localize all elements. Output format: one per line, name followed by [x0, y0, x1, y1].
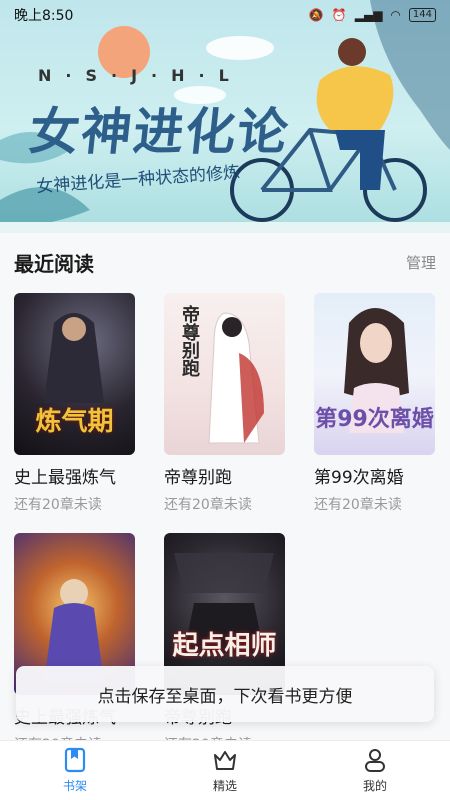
book-unread-status: 还有20章未读 — [164, 497, 252, 513]
wifi-icon: ◠ — [390, 8, 401, 22]
rider-head-shape — [338, 38, 366, 66]
book-cover[interactable]: 第99次离婚 — [314, 293, 435, 455]
book-cover[interactable]: 炼气期 — [14, 293, 135, 455]
bottom-nav: 书架 精选 我的 — [0, 740, 450, 800]
nav-tab-bookshelf[interactable]: 书架 — [15, 747, 135, 794]
mute-icon: 🔕 — [308, 8, 324, 22]
crown-icon — [214, 751, 236, 770]
status-bar: 晚上8:50 🔕 ⏰ ▂▄▆ ◠ 144 — [0, 0, 450, 30]
toast-text: 点击保存至桌面，下次看书更方便 — [97, 686, 353, 707]
toast-message: 点击保存至桌面，下次看书更方便 — [16, 666, 434, 722]
book-cover[interactable]: 帝尊别跑 — [164, 293, 285, 455]
banner-letters: N·S·J·H·L — [38, 66, 243, 85]
manage-button[interactable]: 管理 — [406, 252, 436, 273]
book-card[interactable]: 第99次离婚 第99次离婚 还有20章未读 — [314, 293, 435, 514]
ground-shape — [0, 222, 450, 233]
signal-icon: ▂▄▆ — [354, 8, 383, 22]
alarm-icon: ⏰ — [331, 8, 347, 22]
cover-title: 帝尊别跑 — [179, 305, 200, 377]
book-card[interactable]: 帝尊别跑 帝尊别跑 还有20章未读 — [164, 293, 285, 514]
rider-shirt-shape — [316, 66, 394, 130]
rider-legs-shape — [335, 130, 385, 190]
status-icons: 🔕 ⏰ ▂▄▆ ◠ 144 — [309, 8, 436, 22]
recent-reading-header: 最近阅读 管理 — [0, 233, 450, 291]
nav-tab-featured[interactable]: 精选 — [165, 747, 285, 794]
book-card[interactable]: 炼气期 史上最强炼气 还有20章未读 — [14, 293, 135, 514]
nav-label-bookshelf: 书架 — [62, 779, 87, 793]
banner[interactable]: 晚上8:50 🔕 ⏰ ▂▄▆ ◠ 144 N·S·J·H·L 女神进化论 女神进… — [0, 0, 450, 233]
cover-title: 起点相师 — [172, 631, 277, 661]
recent-reading-title: 最近阅读 — [14, 251, 94, 276]
book-title: 帝尊别跑 — [164, 468, 232, 488]
battery-icon: 144 — [408, 8, 436, 22]
book-title: 史上最强炼气 — [14, 468, 116, 488]
nav-label-profile: 我的 — [362, 779, 387, 793]
cloud-shape — [206, 36, 274, 60]
nav-label-featured: 精选 — [212, 779, 237, 793]
bookmark-icon — [64, 747, 86, 773]
cover-title: 炼气期 — [35, 407, 114, 437]
nav-tab-profile[interactable]: 我的 — [315, 747, 435, 794]
banner-title: 女神进化论 — [26, 102, 293, 161]
person-icon — [365, 749, 385, 772]
status-time: 晚上8:50 — [14, 8, 74, 24]
cover-title: 第99次离婚 — [315, 407, 434, 432]
book-title: 第99次离婚 — [314, 468, 404, 488]
book-unread-status: 还有20章未读 — [314, 497, 402, 513]
book-unread-status: 还有20章未读 — [14, 497, 102, 513]
